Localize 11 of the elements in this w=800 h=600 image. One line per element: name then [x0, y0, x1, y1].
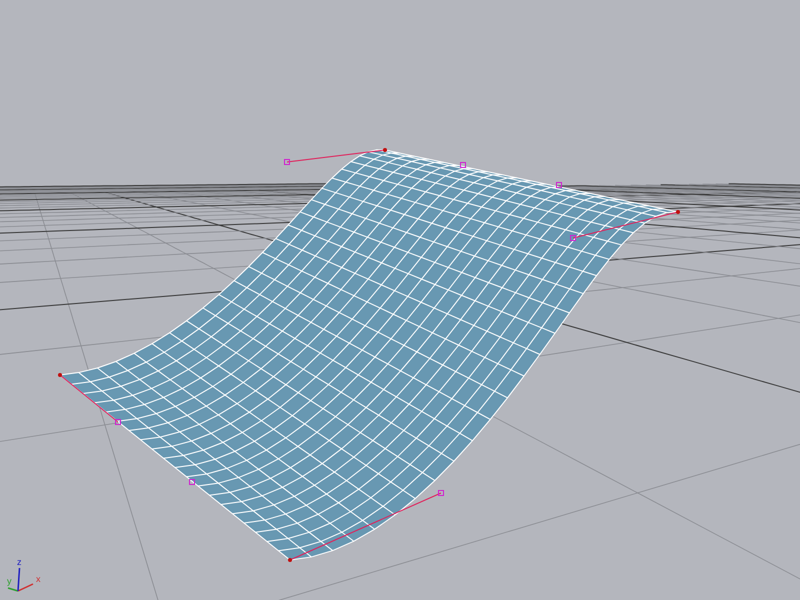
control-point[interactable]: [189, 479, 195, 485]
control-handle[interactable]: [284, 148, 387, 165]
control-handle[interactable]: [570, 210, 680, 241]
axis-label: x: [36, 574, 40, 584]
axis-label: y: [7, 576, 12, 586]
control-point[interactable]: [460, 162, 466, 168]
control-handle[interactable]: [58, 373, 121, 425]
control-handle[interactable]: [288, 490, 444, 562]
axis-gizmo-drawing: [8, 568, 34, 592]
axis-label: z: [17, 557, 22, 567]
control-point[interactable]: [556, 182, 562, 188]
